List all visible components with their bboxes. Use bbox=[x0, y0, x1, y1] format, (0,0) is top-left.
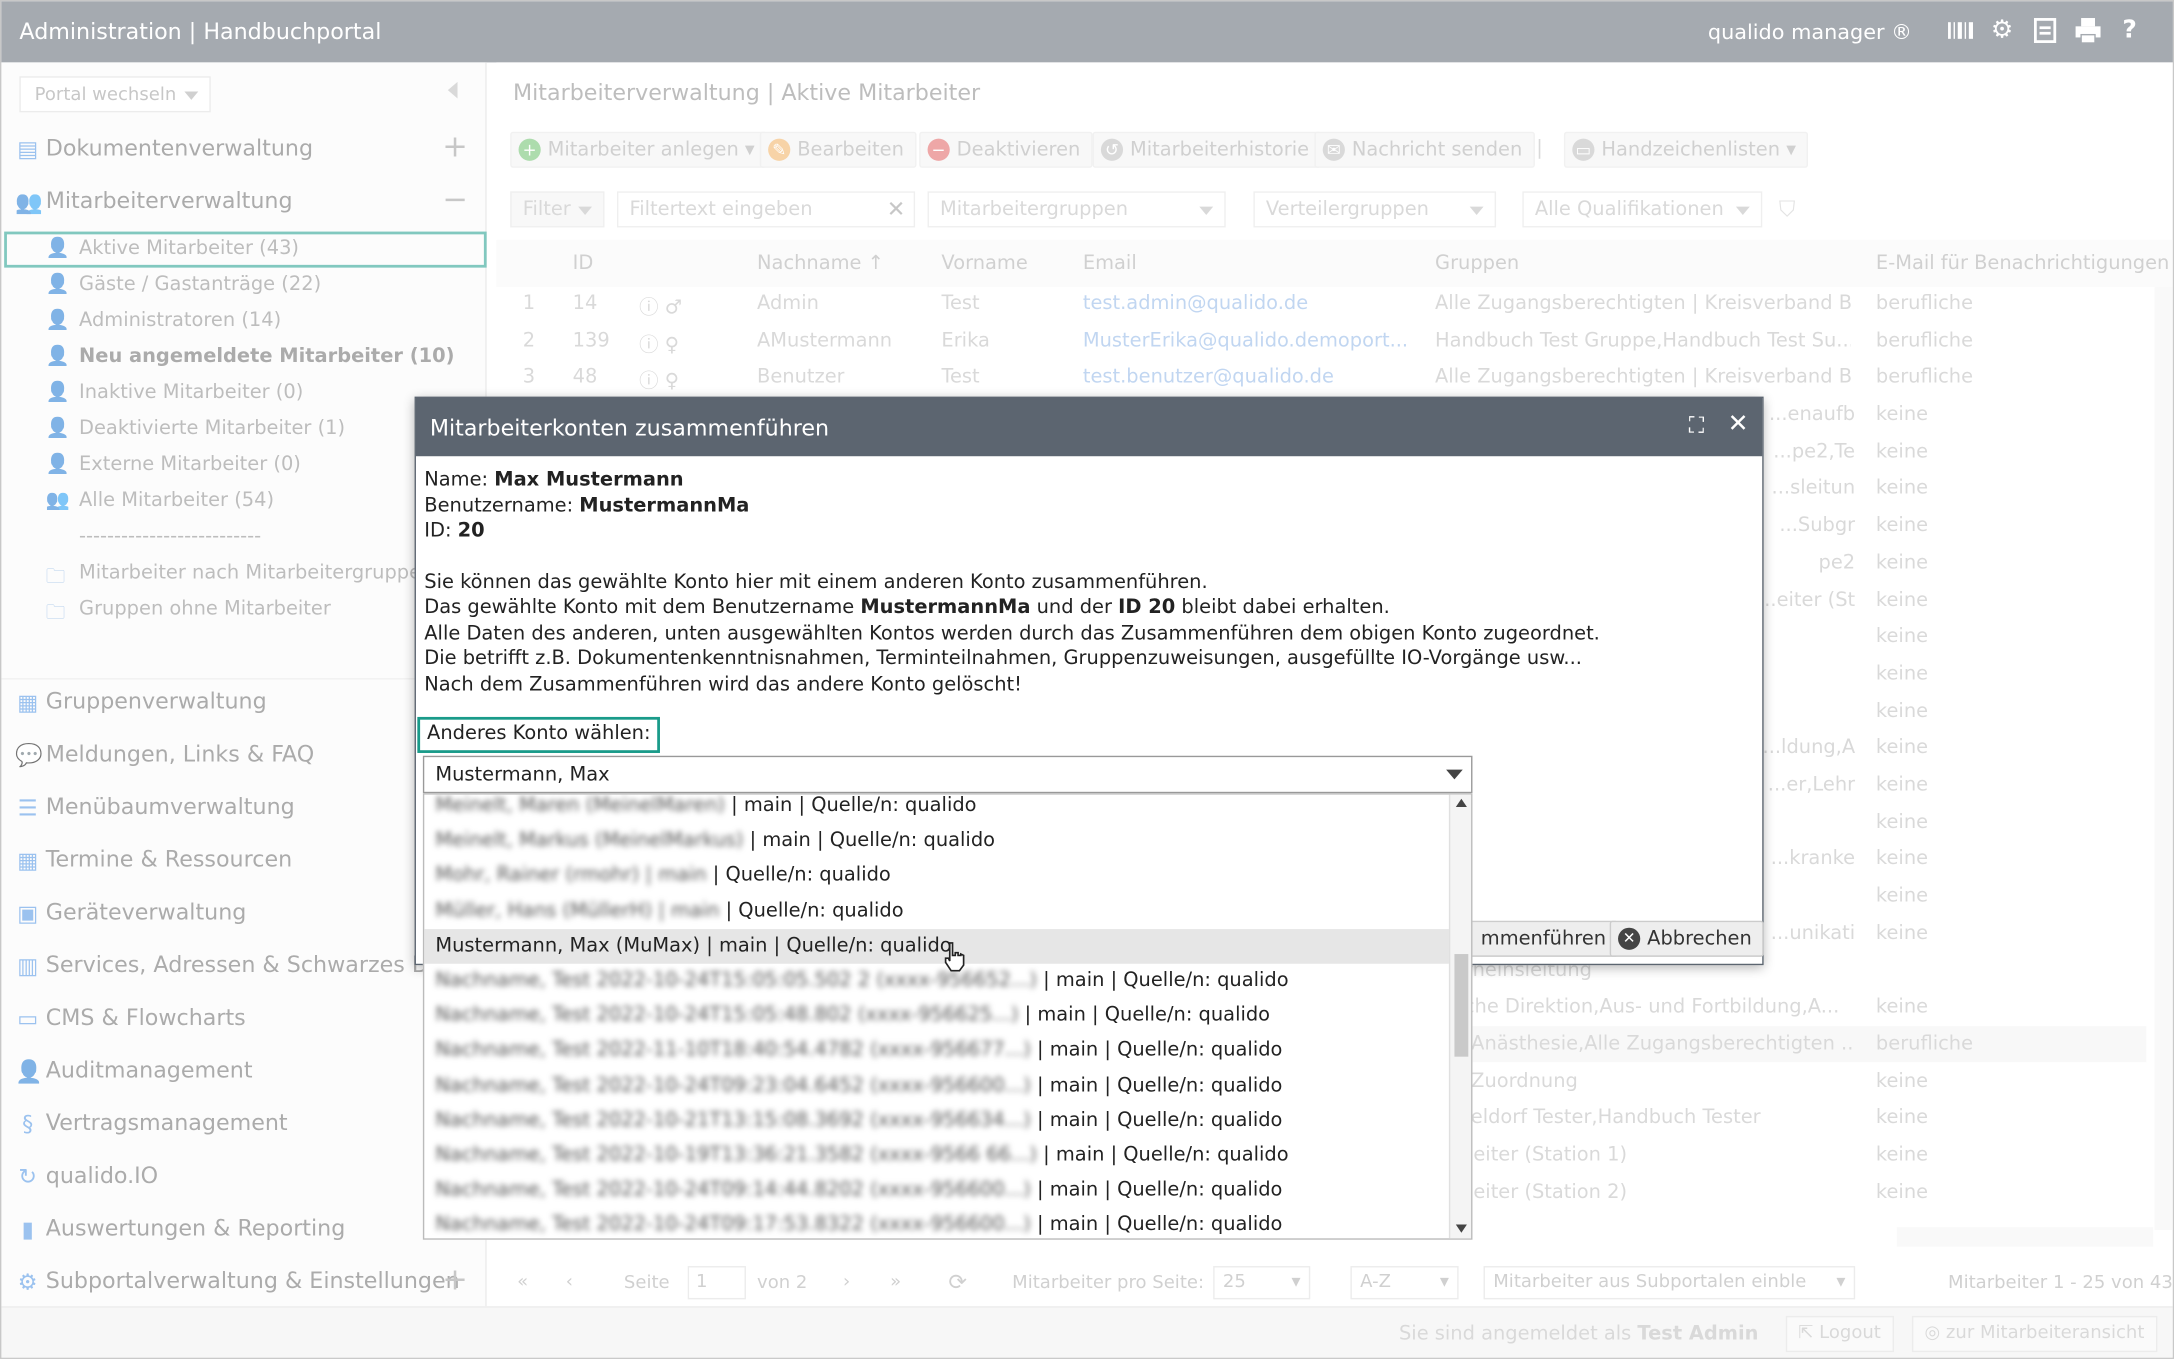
id-label: ID: bbox=[424, 520, 452, 543]
name-label: Name: bbox=[424, 468, 489, 491]
option-text: | main | Quelle/n: qualido bbox=[1030, 1109, 1283, 1132]
blurred-account-name: Mohr, Rainer (rmohr) | main bbox=[435, 864, 707, 887]
dropdown-option[interactable]: Mohr, Rainer (rmohr) | main | Quelle/n: … bbox=[424, 859, 1450, 894]
option-text: | main | Quelle/n: qualido bbox=[1037, 1144, 1289, 1167]
scroll-up-icon[interactable] bbox=[1455, 798, 1467, 808]
close-circle-icon: ✕ bbox=[1618, 927, 1641, 950]
maximize-icon[interactable]: ⛶ bbox=[1689, 412, 1705, 440]
close-icon[interactable]: ✕ bbox=[1728, 409, 1749, 438]
username-value: MustermannMa bbox=[579, 494, 750, 517]
dropdown-scrollbar[interactable] bbox=[1448, 794, 1472, 1239]
blurred-account-name: Nachname, Test 2022-10-24T09:17:53.8322 … bbox=[435, 1213, 1031, 1237]
account-dropdown-list[interactable]: Meinelt, Maren (MeinelMaren) | main | Qu… bbox=[422, 793, 1473, 1240]
info-text-1: Sie können das gewählte Konto hier mit e… bbox=[424, 570, 1208, 593]
option-text: | main | Quelle/n: qualido bbox=[1030, 1039, 1283, 1062]
blurred-account-name: Nachname, Test 2022-10-24T09:23:04.6452 … bbox=[435, 1074, 1031, 1097]
info-part: und der bbox=[1036, 596, 1112, 619]
option-text: | main | Quelle/n: qualido bbox=[724, 794, 977, 817]
dropdown-option-selected[interactable]: Mustermann, Max (MuMax) | main | Quelle/… bbox=[424, 928, 1451, 964]
dropdown-option[interactable]: Meinelt, Maren (MeinelMaren) | main | Qu… bbox=[424, 794, 1450, 824]
cancel-button[interactable]: ✕ Abbrechen bbox=[1609, 920, 1765, 957]
blurred-account-name: Nachname, Test 2022-10-24T09:14:44.8202 … bbox=[435, 1178, 1031, 1202]
option-text: | Quelle/n: qualido bbox=[706, 864, 891, 887]
merge-button[interactable]: mmenführen bbox=[1468, 920, 1619, 957]
blurred-account-name: Nachname, Test 2022-10-21T13:15:08.3692 … bbox=[435, 1109, 1031, 1132]
option-text: | Quelle/n: qualido bbox=[719, 899, 904, 922]
info-part-bold: MustermannMa bbox=[860, 596, 1031, 619]
info-part: bleibt dabei erhalten. bbox=[1181, 596, 1390, 619]
dropdown-option[interactable]: Nachname, Test 2022-10-24T09:17:53.8322 … bbox=[424, 1208, 1450, 1238]
name-line: Name: Max Mustermann bbox=[424, 467, 1600, 493]
option-text: | main | Quelle/n: qualido bbox=[1030, 1074, 1283, 1097]
blurred-account-name: Müller, Hans (MüllerH) | main bbox=[435, 899, 720, 922]
dialog-body: Name: Max Mustermann Benutzername: Muste… bbox=[424, 467, 1600, 697]
scroll-thumb[interactable] bbox=[1454, 954, 1469, 1057]
blurred-account-name: Nachname, Test 2022-10-19T13:36:21.3582 … bbox=[435, 1144, 1038, 1167]
info-text-3: Alle Daten des anderen, unten ausgewählt… bbox=[424, 621, 1600, 645]
choose-account-label: Anderes Konto wählen: bbox=[417, 716, 661, 753]
dropdown-option[interactable]: Meinelt, Markus (MeinelMarkus) | main | … bbox=[424, 824, 1450, 859]
cancel-label: Abbrechen bbox=[1647, 927, 1752, 950]
info-part-bold: ID 20 bbox=[1118, 596, 1176, 619]
option-text: | main | Quelle/n: qualido bbox=[1037, 969, 1289, 992]
dropdown-option[interactable]: Nachname, Test 2022-10-24T15:05:05.502 2… bbox=[424, 964, 1450, 999]
dropdown-option[interactable]: Nachname, Test 2022-11-10T18:40:54.4782 … bbox=[424, 1034, 1450, 1069]
chevron-down-icon[interactable] bbox=[1446, 769, 1463, 780]
account-combobox[interactable]: Mustermann, Max bbox=[422, 755, 1473, 794]
dropdown-option[interactable]: Nachname, Test 2022-10-24T09:14:44.8202 … bbox=[424, 1173, 1450, 1208]
dropdown-option[interactable]: Nachname, Test 2022-10-21T13:15:08.3692 … bbox=[424, 1104, 1450, 1139]
username-label: Benutzername: bbox=[424, 494, 574, 517]
scroll-down-icon[interactable] bbox=[1455, 1224, 1467, 1233]
option-text: | main | Quelle/n: qualido bbox=[1030, 1178, 1283, 1202]
dropdown-option[interactable]: Müller, Hans (MüllerH) | main | Quelle/n… bbox=[424, 894, 1450, 929]
option-text: | main | Quelle/n: qualido bbox=[1030, 1213, 1283, 1237]
option-text: | main | Quelle/n: qualido bbox=[743, 829, 996, 852]
info-part: Das gewählte Konto mit dem Benutzername bbox=[424, 596, 855, 619]
hand-cursor-icon bbox=[941, 940, 969, 982]
blurred-account-name: Nachname, Test 2022-11-10T18:40:54.4782 … bbox=[435, 1039, 1031, 1062]
dialog-title: Mitarbeiterkonten zusammenführen bbox=[429, 414, 830, 441]
id-value: 20 bbox=[457, 520, 485, 543]
merge-label: mmenführen bbox=[1480, 927, 1607, 950]
info-text-4: Die betrifft z.B. Dokumentenkenntnisnahm… bbox=[424, 647, 1582, 670]
dialog-header: Mitarbeiterkonten zusammenführen ⛶ ✕ bbox=[415, 397, 1763, 457]
name-value: Max Mustermann bbox=[494, 468, 684, 491]
info-text-2: Das gewählte Konto mit dem Benutzername … bbox=[424, 595, 1600, 621]
id-line: ID: 20 bbox=[424, 519, 1600, 545]
dropdown-option[interactable]: Nachname, Test 2022-10-19T13:36:21.3582 … bbox=[424, 1138, 1450, 1173]
blurred-account-name: Meinelt, Markus (MeinelMarkus) bbox=[435, 829, 744, 852]
combobox-value: Mustermann, Max bbox=[435, 764, 610, 787]
dropdown-option[interactable]: Nachname, Test 2022-10-24T15:05:48.802 (… bbox=[424, 999, 1450, 1034]
info-text-5: Nach dem Zusammenführen wird das andere … bbox=[424, 673, 1022, 696]
username-line: Benutzername: MustermannMa bbox=[424, 493, 1600, 519]
blurred-account-name: Meinelt, Maren (MeinelMaren) bbox=[435, 794, 725, 817]
dropdown-option[interactable]: Nachname, Test 2022-10-24T09:23:04.6452 … bbox=[424, 1069, 1450, 1104]
blurred-account-name: Nachname, Test 2022-10-24T15:05:48.802 (… bbox=[435, 1004, 1019, 1027]
option-text: Mustermann, Max (MuMax) | main | Quelle/… bbox=[435, 934, 952, 957]
option-text: | main | Quelle/n: qualido bbox=[1018, 1004, 1271, 1027]
